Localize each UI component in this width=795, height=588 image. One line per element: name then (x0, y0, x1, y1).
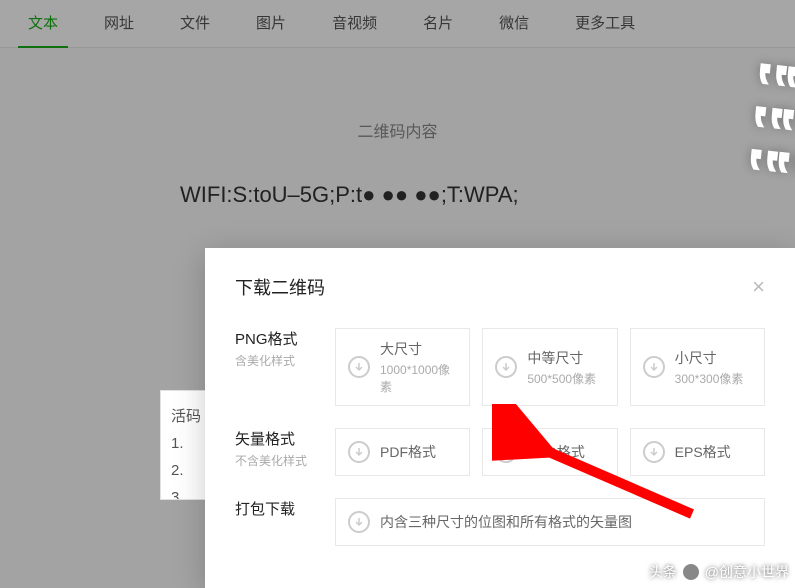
option-title: 小尺寸 (675, 348, 744, 368)
download-icon (348, 356, 370, 378)
download-icon (643, 356, 665, 378)
watermark: 头条 @创意小世界 (649, 562, 789, 582)
option-title: 内含三种尺寸的位图和所有格式的矢量图 (380, 512, 632, 532)
download-qr-modal: 下载二维码 × PNG格式 含美化样式 大尺寸 1000*1000像素 中等尺寸… (205, 248, 795, 588)
vector-sublabel: 不含美化样式 (235, 452, 335, 469)
png-medium-button[interactable]: 中等尺寸 500*500像素 (482, 328, 617, 406)
close-icon[interactable]: × (752, 276, 765, 298)
avatar-icon (681, 562, 701, 582)
bundle-label: 打包下载 (235, 498, 335, 519)
option-title: SVG格式 (527, 442, 585, 462)
side-panel-line: 2. (171, 457, 209, 484)
option-title: 中等尺寸 (527, 348, 596, 368)
vector-label: 矢量格式 (235, 428, 335, 449)
option-title: EPS格式 (675, 442, 731, 462)
png-row: PNG格式 含美化样式 大尺寸 1000*1000像素 中等尺寸 500*500… (235, 328, 765, 406)
pdf-button[interactable]: PDF格式 (335, 428, 470, 476)
side-panel-line: 1. (171, 430, 209, 457)
bundle-row: 打包下载 内含三种尺寸的位图和所有格式的矢量图 (235, 498, 765, 546)
png-small-button[interactable]: 小尺寸 300*300像素 (630, 328, 765, 406)
png-large-button[interactable]: 大尺寸 1000*1000像素 (335, 328, 470, 406)
download-icon (348, 441, 370, 463)
watermark-account: @创意小世界 (705, 562, 789, 582)
bundle-button[interactable]: 内含三种尺寸的位图和所有格式的矢量图 (335, 498, 765, 546)
option-sub: 500*500像素 (527, 370, 596, 387)
modal-title: 下载二维码 (235, 274, 325, 300)
png-label: PNG格式 (235, 328, 335, 349)
eps-button[interactable]: EPS格式 (630, 428, 765, 476)
download-icon (643, 441, 665, 463)
watermark-prefix: 头条 (649, 562, 677, 582)
option-sub: 300*300像素 (675, 370, 744, 387)
download-icon (495, 356, 517, 378)
option-title: PDF格式 (380, 442, 436, 462)
download-icon (348, 511, 370, 533)
side-panel-title: 活码 (171, 403, 209, 430)
download-icon (495, 441, 517, 463)
option-sub: 1000*1000像素 (380, 361, 457, 395)
option-title: 大尺寸 (380, 339, 457, 359)
vector-row: 矢量格式 不含美化样式 PDF格式 SVG格式 EPS格式 (235, 428, 765, 476)
svg-button[interactable]: SVG格式 (482, 428, 617, 476)
png-sublabel: 含美化样式 (235, 352, 335, 369)
side-panel-line: 3. (171, 484, 209, 500)
